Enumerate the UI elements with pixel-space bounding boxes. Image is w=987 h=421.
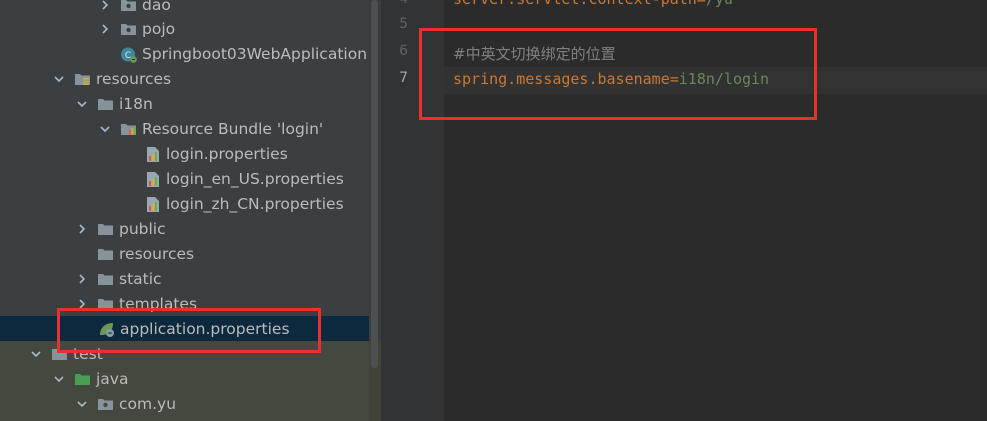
tree-item-resources-root[interactable]: resources xyxy=(52,66,171,91)
folder-icon xyxy=(97,96,114,112)
properties-file-icon xyxy=(145,196,162,212)
tree-item-resource-bundle[interactable]: Resource Bundle 'login' xyxy=(98,116,323,141)
annotation-highlight-box xyxy=(57,308,321,353)
tree-item-label: java xyxy=(96,369,129,388)
properties-file-icon xyxy=(145,171,162,187)
project-tree: dao pojo C Springboot03WebApplication re… xyxy=(0,0,369,421)
chevron-right-icon[interactable] xyxy=(98,22,112,36)
chevron-right-icon[interactable] xyxy=(75,272,89,286)
chevron-right-icon[interactable] xyxy=(98,0,112,12)
tree-item-label: login_en_US.properties xyxy=(166,169,344,188)
tree-item-com-yu[interactable]: com.yu xyxy=(75,391,176,416)
tree-item-label: resources xyxy=(119,244,195,263)
tree-item-java[interactable]: java xyxy=(52,366,128,391)
tree-item-resources[interactable]: resources xyxy=(97,241,194,266)
ide-window: dao pojo C Springboot03WebApplication re… xyxy=(0,0,987,421)
chevron-right-icon[interactable] xyxy=(75,222,89,236)
line-number: 7 xyxy=(399,70,408,86)
property-equals: = xyxy=(697,0,706,8)
tree-item-label: public xyxy=(119,219,166,238)
test-sources-folder-icon xyxy=(74,371,91,387)
chevron-down-icon[interactable] xyxy=(98,122,112,136)
tree-scrollbar-thumb[interactable] xyxy=(371,0,378,368)
package-folder-icon xyxy=(120,21,137,37)
tree-item-label: Resource Bundle 'login' xyxy=(142,119,324,138)
line-number: 6 xyxy=(399,43,408,59)
chevron-down-icon[interactable] xyxy=(52,372,66,386)
tree-item-static[interactable]: static xyxy=(75,266,162,291)
property-value: /yu xyxy=(706,0,733,8)
line-number: 5 xyxy=(399,16,408,32)
tree-item-label: login_zh_CN.properties xyxy=(166,194,344,213)
tree-item-login-en-us-properties[interactable]: login_en_US.properties xyxy=(145,166,344,191)
properties-file-icon xyxy=(145,146,162,162)
spring-boot-class-icon: C xyxy=(120,46,137,63)
line-number: 4 xyxy=(399,0,408,7)
tree-item-label: Springboot03WebApplication xyxy=(142,44,368,63)
code-line-4[interactable]: server.servlet.context-path=/yu xyxy=(453,0,733,8)
tree-item-label: static xyxy=(119,269,162,288)
tree-item-i18n[interactable]: i18n xyxy=(75,91,153,116)
chevron-down-icon[interactable] xyxy=(75,397,89,411)
tree-item-label: resources xyxy=(96,69,172,88)
property-key: server.servlet.context-path xyxy=(453,0,697,8)
package-folder-icon xyxy=(97,396,114,412)
tree-item-pojo[interactable]: pojo xyxy=(98,16,175,41)
tree-item-label: login.properties xyxy=(166,144,288,163)
chevron-down-icon[interactable] xyxy=(52,72,66,86)
tree-item-dao[interactable]: dao xyxy=(98,0,171,17)
resources-root-folder-icon xyxy=(74,71,91,87)
chevron-down-icon[interactable] xyxy=(29,347,43,361)
tree-item-login-properties[interactable]: login.properties xyxy=(145,141,288,166)
folder-icon xyxy=(97,271,114,287)
tree-item-label: dao xyxy=(142,0,171,14)
folder-icon xyxy=(97,246,114,262)
tree-item-springboot-application[interactable]: C Springboot03WebApplication xyxy=(120,41,367,66)
annotation-highlight-box xyxy=(419,28,817,120)
tree-item-label: com.yu xyxy=(119,394,177,413)
chevron-down-icon[interactable] xyxy=(75,97,89,111)
tree-item-public[interactable]: public xyxy=(75,216,166,241)
tree-item-login-zh-cn-properties[interactable]: login_zh_CN.properties xyxy=(145,191,344,216)
tree-item-label: pojo xyxy=(142,19,176,38)
tree-item-label: i18n xyxy=(119,94,153,113)
resource-bundle-icon xyxy=(120,121,137,137)
folder-icon xyxy=(97,221,114,237)
package-folder-icon xyxy=(120,0,137,13)
